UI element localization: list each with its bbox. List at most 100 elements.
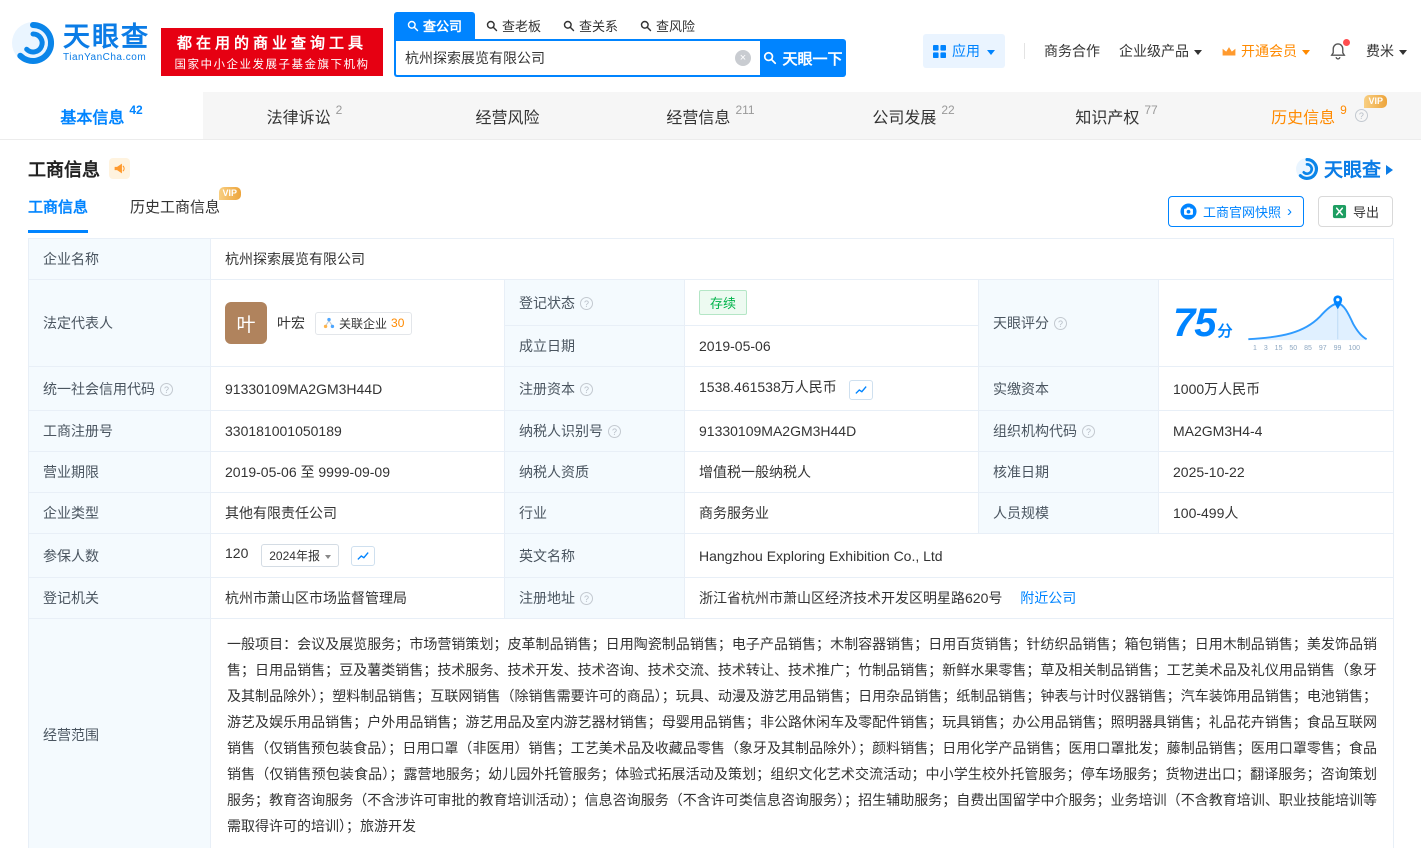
menu-enterprise-products[interactable]: 企业级产品 bbox=[1119, 41, 1202, 61]
annual-report-selector[interactable]: 2024年报 bbox=[261, 544, 339, 567]
tab-label: 知识产权 bbox=[1075, 109, 1140, 127]
menu-business-cooperation[interactable]: 商务合作 bbox=[1044, 41, 1100, 61]
value-text: MA2GM3H4-4 bbox=[1173, 423, 1263, 439]
search-tab-boss[interactable]: 查老板 bbox=[475, 12, 552, 39]
tab-count: 42 bbox=[129, 102, 143, 117]
tab-basic-info[interactable]: 基本信息 42 bbox=[0, 92, 203, 139]
help-icon[interactable] bbox=[1082, 425, 1095, 438]
export-button[interactable]: 导出 bbox=[1317, 196, 1393, 227]
grid-icon bbox=[933, 44, 946, 58]
menu-label: 开通会员 bbox=[1241, 43, 1297, 59]
field-value-org-code: MA2GM3H4-4 bbox=[1157, 410, 1395, 452]
help-icon[interactable] bbox=[1354, 109, 1368, 122]
label-text: 人员规模 bbox=[993, 505, 1049, 521]
field-value-insured-count: 120 2024年报 bbox=[210, 533, 505, 578]
value-text: 其他有限责任公司 bbox=[225, 505, 337, 521]
table-row: 统一社会信用代码 91330109MA2GM3H44D 注册资本 1538.46… bbox=[28, 366, 1395, 411]
trend-chart-icon[interactable] bbox=[350, 546, 375, 566]
search-tab-label: 查风险 bbox=[656, 19, 696, 34]
value-text: 330181001050189 bbox=[225, 423, 342, 439]
table-row: 企业类型 其他有限责任公司 行业 商务服务业 人员规模 100-499人 bbox=[28, 492, 1395, 534]
help-icon[interactable] bbox=[580, 592, 593, 605]
search-tab-label: 查老板 bbox=[502, 19, 542, 34]
tab-label: 历史信息 bbox=[1271, 109, 1336, 127]
subtab-row: 工商信息 历史工商信息 VIP 工商官网快照 导出 bbox=[0, 182, 1421, 233]
megaphone-icon bbox=[114, 163, 125, 174]
tab-legal-proceedings[interactable]: 法律诉讼 2 bbox=[203, 92, 406, 139]
tab-intellectual-property[interactable]: 知识产权 77 bbox=[1015, 92, 1218, 139]
help-icon[interactable] bbox=[1054, 317, 1067, 330]
menu-open-vip[interactable]: 开通会员 bbox=[1221, 41, 1310, 61]
help-icon[interactable] bbox=[160, 382, 173, 396]
clear-icon[interactable] bbox=[735, 50, 751, 66]
related-companies-pill[interactable]: 关联企业 30 bbox=[315, 311, 413, 335]
help-icon[interactable] bbox=[580, 296, 593, 310]
logo-text: 天眼查 TianYanCha.com bbox=[63, 23, 150, 63]
tab-count: 77 bbox=[1144, 102, 1158, 117]
score-curve-icon bbox=[1247, 295, 1367, 341]
help-icon[interactable] bbox=[608, 425, 621, 438]
chevron-down-icon bbox=[1302, 49, 1310, 55]
user-menu[interactable]: 费米 bbox=[1366, 41, 1407, 61]
vip-badge: VIP bbox=[1364, 95, 1387, 108]
search-box bbox=[394, 39, 760, 77]
tab-business-info[interactable]: 经营信息 211 bbox=[609, 92, 812, 139]
field-value-reg-number: 330181001050189 bbox=[210, 410, 505, 452]
legal-rep-name-link[interactable]: 叶宏 bbox=[277, 313, 305, 333]
site-logo[interactable]: 天眼查 TianYanCha.com bbox=[10, 20, 150, 66]
search-icon bbox=[563, 20, 575, 31]
label-text: 英文名称 bbox=[519, 547, 575, 564]
field-label-business-term: 营业期限 bbox=[28, 451, 211, 493]
camera-icon bbox=[1180, 203, 1197, 220]
legal-rep-avatar[interactable]: 叶 bbox=[225, 302, 267, 344]
apps-button[interactable]: 应用 bbox=[923, 34, 1005, 68]
notifications-button[interactable] bbox=[1329, 39, 1350, 60]
search-input[interactable] bbox=[405, 50, 735, 66]
search-tabs: 查公司 查老板 查关系 查风险 bbox=[394, 12, 846, 39]
crown-icon bbox=[1222, 46, 1236, 55]
subtab-business-info[interactable]: 工商信息 bbox=[28, 196, 89, 233]
label-text: 参保人数 bbox=[43, 547, 99, 564]
field-label-taxpayer-id: 纳税人识别号 bbox=[504, 410, 685, 452]
field-value-industry: 商务服务业 bbox=[684, 492, 979, 534]
search-button-label: 天眼一下 bbox=[782, 50, 843, 68]
search-tab-relation[interactable]: 查关系 bbox=[552, 12, 629, 39]
banner-line1: 都在用的商业查询工具 bbox=[176, 35, 367, 52]
tianyancha-watermark: 天眼查 bbox=[1295, 155, 1393, 182]
label-text: 组织机构代码 bbox=[993, 423, 1077, 439]
label-text: 法定代表人 bbox=[43, 315, 113, 331]
tab-company-development[interactable]: 公司发展 22 bbox=[812, 92, 1015, 139]
official-snapshot-button[interactable]: 工商官网快照 bbox=[1167, 196, 1304, 227]
value-text: 100-499人 bbox=[1173, 505, 1239, 521]
vip-badge: VIP bbox=[218, 187, 242, 200]
avatar-char: 叶 bbox=[236, 314, 256, 336]
table-actions: 工商官网快照 导出 bbox=[1167, 196, 1393, 227]
tab-business-risk[interactable]: 经营风险 bbox=[406, 92, 609, 139]
trend-chart-icon[interactable] bbox=[848, 380, 873, 400]
tab-label: 法律诉讼 bbox=[266, 109, 331, 127]
value-text: Hangzhou Exploring Exhibition Co., Ltd bbox=[699, 547, 943, 564]
search-button[interactable]: 天眼一下 bbox=[760, 39, 846, 77]
search-tab-risk[interactable]: 查风险 bbox=[629, 12, 706, 39]
subtab-history-business-info[interactable]: 历史工商信息 VIP bbox=[130, 187, 242, 230]
menu-label: 企业级产品 bbox=[1119, 43, 1189, 59]
tab-history-info[interactable]: VIP 历史信息 9 bbox=[1218, 92, 1421, 139]
search-tab-company[interactable]: 查公司 bbox=[394, 12, 476, 39]
score-unit: 分 bbox=[1217, 322, 1233, 340]
nearby-companies-link[interactable]: 附近公司 bbox=[1020, 590, 1076, 606]
table-row: 参保人数 120 2024年报 英文名称 Hangzhou Exploring … bbox=[28, 533, 1395, 578]
field-value-company-name: 杭州探索展览有限公司 bbox=[209, 238, 1395, 280]
table-row: 营业期限 2019-05-06 至 9999-09-09 纳税人资质 增值税一般… bbox=[28, 451, 1395, 493]
chevron-down-icon bbox=[1399, 49, 1407, 55]
label-text: 纳税人识别号 bbox=[519, 423, 603, 439]
field-value-staff-size: 100-499人 bbox=[1157, 492, 1395, 534]
username-label: 费米 bbox=[1366, 43, 1394, 59]
field-value-business-scope: 一般项目：会议及展览服务；市场营销策划；皮革制品销售；日用陶瓷制品销售；电子产品… bbox=[209, 618, 1395, 848]
field-value-legal-rep: 叶 叶宏 关联企业 30 bbox=[210, 279, 505, 367]
search-tab-label: 查公司 bbox=[423, 19, 463, 34]
announcement-icon[interactable] bbox=[109, 158, 130, 179]
tab-label: 经营风险 bbox=[475, 109, 540, 127]
help-icon[interactable] bbox=[580, 382, 593, 396]
value-text: 2019-05-06 至 9999-09-09 bbox=[225, 464, 391, 480]
chevron-down-icon bbox=[1194, 49, 1202, 55]
